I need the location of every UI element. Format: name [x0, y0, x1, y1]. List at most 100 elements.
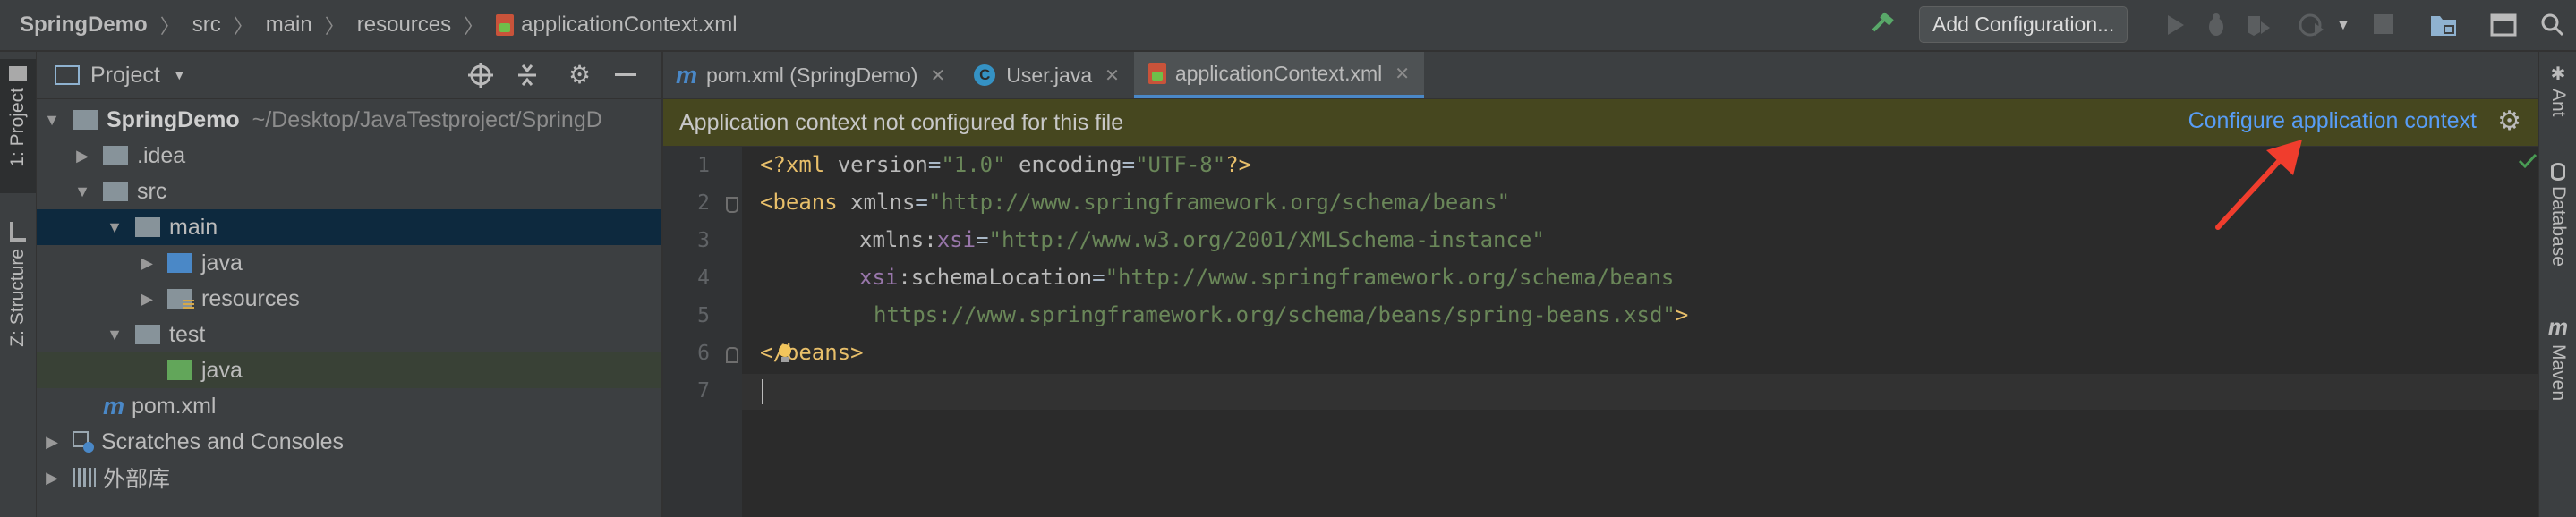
tab-label: pom.xml (SpringDemo)	[706, 63, 918, 87]
code-token: =	[976, 227, 989, 252]
tab-project-label: 1: Project	[7, 88, 28, 167]
chevron-down-icon[interactable]: ▼	[2336, 18, 2350, 34]
chevron-down-icon[interactable]: ▼	[103, 326, 126, 344]
project-structure-icon[interactable]	[2429, 13, 2458, 44]
tree-item-java-source[interactable]: ▶ java	[37, 245, 661, 281]
breadcrumb-main[interactable]: main	[266, 13, 312, 38]
chevron-down-icon[interactable]: ▼	[71, 182, 94, 201]
breadcrumb-file[interactable]: applicationContext.xml	[521, 13, 737, 38]
tree-item-label: test	[169, 321, 206, 347]
add-configuration-button[interactable]: Add Configuration...	[1919, 6, 2128, 43]
chevron-right-icon: 〉	[159, 15, 180, 38]
chevron-right-icon: 〉	[324, 15, 345, 38]
tab-application-context-xml[interactable]: applicationContext.xml ✕	[1133, 52, 1425, 98]
tree-item-resources[interactable]: ▶ resources	[37, 281, 661, 317]
tree-item-label: java	[201, 357, 243, 383]
tree-item-scratches[interactable]: ▶ Scratches and Consoles	[37, 424, 661, 460]
current-line-highlight	[742, 374, 2538, 410]
chevron-down-icon[interactable]: ▼	[103, 218, 126, 237]
text-caret	[762, 379, 763, 404]
fold-marker-icon[interactable]	[726, 197, 738, 213]
code-token: xmlns	[850, 190, 916, 215]
chevron-right-icon[interactable]: ▶	[71, 147, 94, 165]
run-icon[interactable]	[2164, 13, 2188, 44]
intention-bulb-icon[interactable]	[777, 343, 793, 363]
chevron-right-icon: 〉	[464, 15, 484, 38]
build-hammer-icon[interactable]	[1869, 11, 1896, 38]
module-folder-icon	[73, 110, 98, 130]
minimize-icon[interactable]	[615, 73, 636, 76]
configure-context-link[interactable]: Configure application context	[2188, 108, 2477, 134]
fold-marker-icon[interactable]	[726, 347, 738, 363]
tab-ant[interactable]: ✱ Ant	[2539, 63, 2576, 117]
line-number: 2	[697, 191, 710, 215]
chevron-down-icon[interactable]: ▼	[40, 111, 64, 130]
gear-icon[interactable]: ⚙	[568, 63, 591, 88]
tab-database[interactable]: Database	[2539, 163, 2576, 267]
tab-structure-label: Z: Structure	[7, 249, 28, 347]
tree-item-java-test[interactable]: java	[37, 352, 661, 388]
tree-item-label: resources	[201, 285, 300, 311]
database-icon	[2551, 163, 2565, 181]
tree-item-springdemo[interactable]: ▼ SpringDemo ~/Desktop/JavaTestproject/S…	[37, 102, 661, 138]
code-line-6: </beans>	[760, 340, 864, 365]
tab-project[interactable]: 1: Project	[0, 59, 36, 193]
chevron-right-icon[interactable]: ▶	[40, 433, 64, 452]
structure-icon	[10, 222, 26, 242]
code-token: <beans	[760, 190, 851, 215]
breadcrumb: SpringDemo 〉 src 〉 main 〉 resources 〉 ap…	[20, 0, 738, 50]
chevron-right-icon[interactable]: ▶	[135, 290, 158, 309]
breadcrumb-resources[interactable]: resources	[357, 13, 451, 38]
profile-icon[interactable]	[2299, 13, 2325, 44]
run-with-coverage-icon[interactable]	[2245, 13, 2272, 44]
debug-icon[interactable]	[2204, 13, 2229, 44]
code-token: xsi	[936, 227, 977, 252]
tab-structure[interactable]: Z: Structure	[0, 222, 36, 383]
close-icon[interactable]: ✕	[1395, 63, 1410, 85]
chevron-down-icon[interactable]: ▼	[173, 68, 186, 83]
tree-item-label: src	[137, 178, 167, 204]
breadcrumb-src[interactable]: src	[192, 13, 221, 38]
tab-user-java[interactable]: C User.java ✕	[960, 52, 1134, 98]
stop-icon[interactable]	[2374, 14, 2393, 34]
code-token: "http://www.springframework.org/schema/b…	[927, 190, 1511, 215]
editor-tabs: m pom.xml (SpringDemo) ✕ C User.java ✕ a…	[663, 52, 2538, 99]
tree-item-src[interactable]: ▼ src	[37, 174, 661, 209]
tree-item-idea[interactable]: ▶ .idea	[37, 138, 661, 174]
close-icon[interactable]: ✕	[930, 64, 945, 87]
line-number: 4	[697, 267, 710, 290]
tree-item-label: 外部库	[103, 467, 171, 492]
presentation-mode-icon[interactable]	[2490, 13, 2517, 44]
code-line-5: https://www.springframework.org/schema/b…	[874, 302, 1688, 327]
search-everywhere-icon[interactable]	[2540, 13, 2565, 44]
tree-item-test[interactable]: ▼ test	[37, 317, 661, 352]
code-token: :	[924, 227, 937, 252]
tab-label: User.java	[1006, 63, 1093, 87]
line-number: 7	[697, 379, 710, 403]
code-token: <	[760, 340, 773, 365]
line-number: 3	[697, 229, 710, 252]
gear-icon[interactable]: ⚙	[2497, 107, 2521, 136]
code-token: xmlns	[859, 227, 925, 252]
code-token: "http://www.w3.org/2001/XMLSchema-instan…	[988, 227, 1545, 252]
tree-item-main[interactable]: ▼ main	[37, 209, 661, 245]
tree-item-label: java	[201, 250, 243, 275]
locate-file-icon[interactable]	[468, 63, 493, 94]
project-view-title[interactable]: Project	[90, 63, 160, 89]
line-number: 6	[697, 342, 710, 365]
tree-item-pom[interactable]: m pom.xml	[37, 388, 661, 424]
code-token: =	[915, 190, 928, 215]
code-line-3: xmlns:xsi="http://www.w3.org/2001/XMLSch…	[859, 227, 1545, 252]
collapse-all-icon[interactable]	[515, 63, 540, 94]
chevron-right-icon[interactable]: ▶	[40, 469, 64, 487]
tree-item-external-libraries[interactable]: ▶ 外部库	[37, 460, 661, 496]
checkmark-icon[interactable]	[2518, 150, 2538, 176]
folder-icon	[135, 217, 160, 237]
scratches-icon	[73, 431, 94, 453]
close-icon[interactable]: ✕	[1105, 64, 1120, 87]
chevron-right-icon[interactable]: ▶	[135, 254, 158, 273]
tab-pom-xml[interactable]: m pom.xml (SpringDemo) ✕	[663, 52, 960, 98]
banner-message: Application context not configured for t…	[679, 109, 1124, 135]
tab-maven[interactable]: m Maven	[2539, 315, 2576, 401]
breadcrumb-project[interactable]: SpringDemo	[20, 13, 148, 38]
